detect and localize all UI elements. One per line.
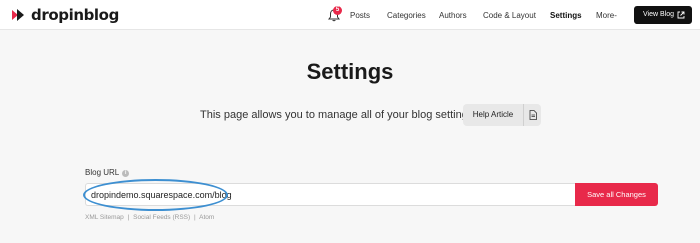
link-separator: | xyxy=(194,214,196,221)
nav-authors[interactable]: Authors xyxy=(439,11,467,20)
dropinblog-logo[interactable]: dropinblog xyxy=(10,6,119,24)
blog-url-label-text: Blog URL xyxy=(85,168,120,177)
page-description: This page allows you to manage all of yo… xyxy=(200,109,477,121)
view-blog-button[interactable]: View Blog xyxy=(634,6,692,24)
help-article-label: Help Article xyxy=(472,110,514,119)
feed-links: XML Sitemap | Social Feeds (RSS) | Atom xyxy=(85,214,214,222)
nav-settings[interactable]: Settings xyxy=(550,11,582,20)
save-all-changes-button[interactable]: Save all Changes xyxy=(575,183,658,206)
blog-url-input[interactable] xyxy=(85,183,575,206)
help-article-button[interactable]: Help Article xyxy=(463,104,541,126)
blog-url-label: Blog URL i xyxy=(85,168,130,178)
link-separator: | xyxy=(127,214,130,221)
document-icon xyxy=(529,110,537,120)
brand-name: dropinblog xyxy=(31,6,119,24)
nav-code-layout[interactable]: Code & Layout xyxy=(483,11,536,20)
nav-posts[interactable]: Posts xyxy=(350,11,370,20)
social-feeds-link[interactable]: Social Feeds (RSS) xyxy=(133,214,190,221)
top-navigation-bar: dropinblog 5 Posts Categories Authors Co… xyxy=(0,0,700,30)
help-icon-section[interactable] xyxy=(523,104,541,126)
xml-sitemap-link[interactable]: XML Sitemap xyxy=(85,214,124,221)
logo-icon xyxy=(12,9,24,21)
nav-more[interactable]: More- xyxy=(596,11,617,20)
page-title: Settings xyxy=(306,59,394,84)
nav-categories[interactable]: Categories xyxy=(387,11,426,20)
info-icon[interactable]: i xyxy=(122,169,130,177)
external-link-icon xyxy=(677,11,685,19)
view-blog-label: View Blog xyxy=(643,11,675,18)
atom-link[interactable]: Atom xyxy=(199,214,214,221)
notification-badge: 5 xyxy=(333,6,342,15)
